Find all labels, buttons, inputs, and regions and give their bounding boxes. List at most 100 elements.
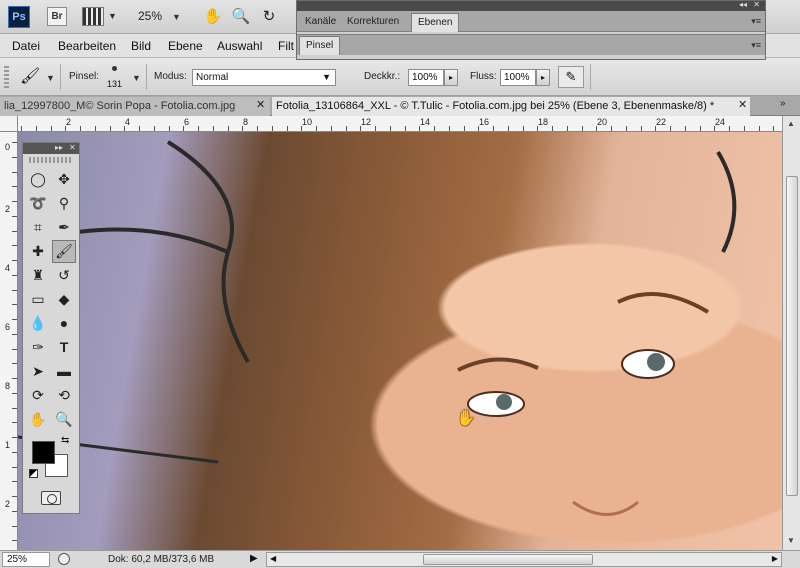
hand-tool-icon[interactable]: ✋ (26, 408, 50, 431)
ruler-tick (12, 231, 17, 232)
hand-tool-icon[interactable]: ✋ (202, 6, 224, 28)
status-info-icon[interactable] (58, 553, 70, 565)
ruler-tick (12, 275, 17, 276)
vertical-scrollbar[interactable]: ▲ ▼ (782, 116, 800, 550)
tab-document-2-close-icon[interactable]: ✕ (738, 98, 747, 111)
scroll-down-icon[interactable]: ▼ (787, 536, 795, 545)
rotate-view-icon[interactable]: ↻ (258, 6, 280, 28)
menu-ebene[interactable]: Ebene (168, 39, 203, 53)
tools-panel-header[interactable]: ▸▸ ✕ (23, 143, 79, 154)
tools-collapse-icon[interactable]: ▸▸ (55, 143, 63, 152)
face-iris-left (496, 394, 512, 410)
view-extras-caret-icon[interactable]: ▼ (108, 11, 117, 21)
zoom-tool-icon[interactable]: 🔍 (230, 6, 252, 28)
menu-auswahl[interactable]: Auswahl (217, 39, 262, 53)
blur-tool-icon[interactable]: 💧 (26, 312, 50, 335)
ruler-tick (154, 126, 155, 131)
tab-overflow-icon[interactable]: » (780, 98, 786, 109)
flow-slider-button[interactable]: ▸ (536, 69, 550, 86)
ruler-tick (714, 126, 715, 131)
vertical-scroll-thumb[interactable] (786, 176, 798, 496)
type-tool-icon[interactable]: T (52, 336, 76, 359)
tab-kanaele[interactable]: Kanäle (299, 13, 342, 32)
zoom-caret-icon[interactable]: ▼ (172, 12, 181, 22)
tools-close-icon[interactable]: ✕ (69, 143, 76, 152)
view-extras-button[interactable] (82, 7, 104, 26)
panel-close-icon[interactable]: ✕ (753, 0, 760, 9)
zoom-tool-icon[interactable]: 🔍 (52, 408, 76, 431)
scroll-left-icon[interactable]: ◀ (270, 554, 276, 563)
ruler-tick (434, 126, 435, 131)
lasso-tool-icon[interactable]: ➰ (26, 192, 50, 215)
crop-tool-icon[interactable]: ⌗ (26, 216, 50, 239)
menu-bild[interactable]: Bild (131, 39, 151, 53)
horizontal-scroll-thumb[interactable] (423, 554, 593, 565)
panel-collapse-icon[interactable]: ◂◂ (739, 0, 747, 9)
tools-grip[interactable] (29, 157, 73, 163)
ruler-tick (12, 216, 17, 217)
brush-preset-icon[interactable]: 🖌 (20, 66, 40, 86)
brush-preset-caret-icon[interactable]: ▼ (46, 73, 55, 83)
scroll-up-icon[interactable]: ▲ (787, 119, 795, 128)
tab-document-2[interactable]: Fotolia_13106864_XXL - © T.Tulic - Fotol… (272, 97, 750, 116)
ruler-label: 2 (66, 117, 72, 127)
ruler-origin[interactable] (0, 116, 18, 132)
bridge-button[interactable]: Br (47, 7, 67, 26)
pen-tool-icon[interactable]: ✑ (26, 336, 50, 359)
horizontal-ruler[interactable]: 2 4 6 8 10 12 14 16 18 20 22 24 (18, 116, 782, 132)
opacity-field[interactable]: 100% (408, 69, 444, 86)
mode-select[interactable]: Normal ▼ (192, 69, 336, 86)
brush-panel-menu-icon[interactable]: ▾≡ (751, 40, 761, 51)
tab-ebenen[interactable]: Ebenen (411, 13, 460, 32)
menu-filter[interactable]: Filt (278, 39, 294, 53)
ruler-tick (12, 481, 17, 482)
clone-stamp-tool-icon[interactable]: ♜ (26, 264, 50, 287)
panel-menu-icon[interactable]: ▾≡ (751, 16, 761, 27)
tab-document-1-close-icon[interactable]: ✕ (256, 98, 265, 111)
history-brush-tool-icon[interactable]: ↺ (52, 264, 76, 287)
panel-dock-header[interactable]: ◂◂ ✕ (297, 0, 765, 11)
paint-bucket-tool-icon[interactable]: ◆ (52, 288, 76, 311)
ruler-label: 16 (479, 117, 490, 127)
brush-size-caret-icon[interactable]: ▼ (132, 73, 141, 83)
ruler-tick (12, 260, 17, 261)
move-tool-icon[interactable]: ✥ (52, 168, 76, 191)
path-selection-tool-icon[interactable]: ➤ (26, 360, 50, 383)
brush-tool-icon[interactable]: 🖌 (52, 240, 76, 263)
eyedropper-tool-icon[interactable]: ✒ (52, 216, 76, 239)
zoom-level-select[interactable]: 25% (138, 9, 162, 23)
scroll-right-icon[interactable]: ▶ (772, 554, 778, 563)
menu-bearbeiten[interactable]: Bearbeiten (58, 39, 116, 53)
ruler-label: 4 (5, 263, 11, 273)
horizontal-scrollbar[interactable]: ◀ ▶ (266, 552, 782, 567)
dodge-tool-icon[interactable]: ● (52, 312, 76, 335)
airbrush-toggle-icon[interactable]: ✎ (558, 66, 584, 88)
menu-datei[interactable]: Datei (12, 39, 40, 53)
eraser-tool-icon[interactable]: ▭ (26, 288, 50, 311)
3d-rotate-tool-icon[interactable]: ⟳ (26, 384, 50, 407)
quick-mask-icon[interactable] (41, 491, 61, 505)
foreground-color-swatch[interactable] (32, 441, 55, 464)
swap-colors-icon[interactable]: ⇆ (61, 435, 69, 446)
flow-field[interactable]: 100% (500, 69, 536, 86)
ruler-tick (759, 126, 760, 131)
status-zoom-field[interactable]: 25% (2, 552, 50, 567)
ruler-tick (449, 126, 450, 131)
tab-pinsel[interactable]: Pinsel (299, 36, 341, 55)
3d-orbit-tool-icon[interactable]: ⟲ (52, 384, 76, 407)
quick-selection-tool-icon[interactable]: ⚲ (52, 192, 76, 215)
healing-brush-tool-icon[interactable]: ✚ (26, 240, 50, 263)
opacity-slider-button[interactable]: ▸ (444, 69, 458, 86)
ruler-tick (12, 467, 17, 468)
flow-label: Fluss: (470, 71, 497, 82)
tab-korrekturen[interactable]: Korrekturen (341, 13, 405, 32)
marquee-tool-icon[interactable]: ◯ (26, 168, 50, 191)
document-canvas[interactable]: ✋ (18, 132, 782, 550)
vertical-ruler[interactable]: 0 2 4 6 8 1 2 (0, 132, 18, 550)
default-colors-icon[interactable] (29, 469, 38, 478)
tab-document-1[interactable]: lia_12997800_M© Sorin Popa - Fotolia.com… (0, 97, 270, 116)
status-menu-arrow-icon[interactable]: ▶ (250, 553, 258, 564)
brush-tip-icon[interactable] (112, 66, 117, 71)
options-grip[interactable] (4, 66, 9, 88)
rectangle-tool-icon[interactable]: ▬ (52, 360, 76, 383)
